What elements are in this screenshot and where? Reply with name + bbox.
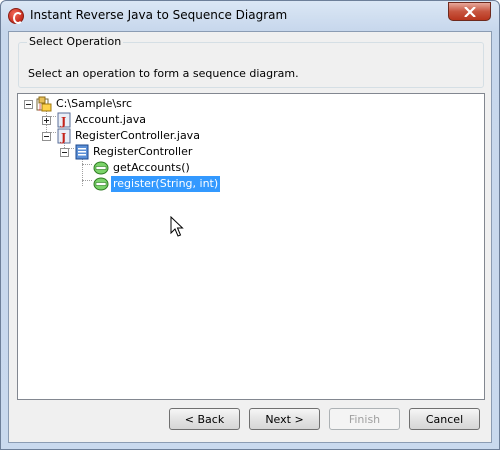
operation-icon [93, 161, 109, 175]
cancel-button[interactable]: Cancel [409, 408, 480, 430]
close-button[interactable] [448, 2, 491, 21]
select-operation-group: Select Operation Select an operation to … [18, 35, 484, 88]
tree-label-getaccounts: getAccounts() [113, 161, 190, 174]
tree-node-register[interactable]: register(String, int) [18, 176, 238, 192]
tree-node-registercontroller-java[interactable]: J RegisterController.java [18, 128, 238, 144]
class-icon [75, 144, 89, 160]
svg-text:J: J [60, 115, 66, 128]
tree-node-class[interactable]: RegisterController [18, 144, 238, 160]
finish-button[interactable]: Finish [329, 408, 400, 430]
dialog-window: Instant Reverse Java to Sequence Diagram… [0, 0, 500, 450]
svg-text:J: J [60, 131, 66, 144]
group-description: Select an operation to form a sequence d… [28, 67, 299, 80]
back-button[interactable]: < Back [169, 408, 240, 430]
app-logo-icon [8, 8, 24, 24]
next-button[interactable]: Next > [249, 408, 320, 430]
svg-text:J: J [38, 103, 41, 111]
java-file-icon: J [57, 128, 71, 144]
tree-label-registercontroller-java: RegisterController.java [75, 129, 200, 142]
tree-node-root[interactable]: J C:\Sample\src [18, 96, 218, 112]
tree-node-getaccounts[interactable]: getAccounts() [18, 160, 238, 176]
source-folder-icon: J [36, 96, 52, 112]
title-bar[interactable]: Instant Reverse Java to Sequence Diagram [1, 1, 499, 31]
tree-label-root: C:\Sample\src [56, 97, 133, 110]
operation-icon [93, 177, 109, 191]
operation-tree[interactable]: J C:\Sample\src J Account.java J Registe… [17, 93, 485, 400]
collapse-icon[interactable] [60, 148, 69, 157]
mouse-cursor-icon [170, 216, 184, 237]
dialog-content: Select Operation Select an operation to … [8, 31, 492, 443]
tree-label-class: RegisterController [93, 145, 193, 158]
group-legend: Select Operation [27, 35, 124, 48]
tree-label-account: Account.java [75, 113, 146, 126]
collapse-icon[interactable] [24, 100, 33, 109]
close-icon [464, 7, 476, 17]
java-file-icon: J [57, 112, 71, 128]
tree-label-register: register(String, int) [111, 176, 221, 192]
expand-icon[interactable] [42, 116, 51, 125]
window-title: Instant Reverse Java to Sequence Diagram [30, 8, 288, 22]
tree-node-account-java[interactable]: J Account.java [18, 112, 218, 128]
collapse-icon[interactable] [42, 132, 51, 141]
